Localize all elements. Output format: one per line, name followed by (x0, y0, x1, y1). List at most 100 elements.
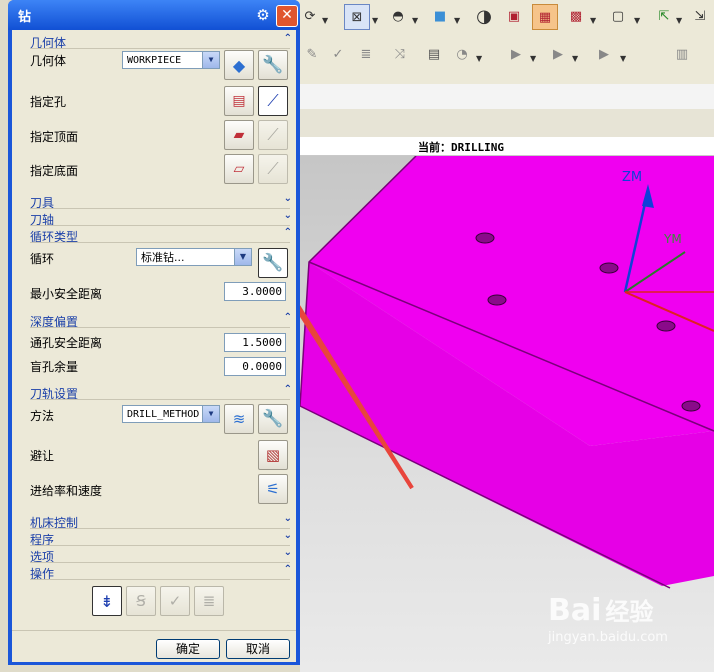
chevron-up-icon[interactable]: ⌃ (284, 312, 292, 323)
iron-shade-icon[interactable]: ◓ (386, 4, 410, 28)
min-clearance-label: 最小安全距离 (30, 287, 103, 301)
new-method-button[interactable]: ≋ (224, 404, 254, 434)
section-program[interactable]: 程序 ⌄ (26, 530, 294, 547)
cube-clip-icon[interactable]: ▩ (564, 4, 588, 28)
chevron-down-icon[interactable]: ▼ (634, 16, 640, 25)
chevron-down-icon[interactable]: ▼ (202, 406, 219, 422)
select-top-button[interactable]: ▰ (224, 120, 254, 150)
chevron-down-icon[interactable]: ▼ (322, 16, 328, 25)
edit-cycle-button[interactable]: 🔧 (258, 248, 288, 278)
list-icon[interactable]: ≣ (354, 42, 378, 66)
chevron-down-icon[interactable]: ▼ (234, 249, 251, 265)
edit-geometry-button[interactable]: 🔧 (258, 50, 288, 80)
resource-bar-strip (290, 84, 714, 109)
tool-path-icon[interactable]: ▶ (592, 42, 616, 66)
chevron-up-icon[interactable]: ⌃ (284, 227, 292, 238)
bottom-edge-strip (0, 665, 300, 672)
chevron-down-icon[interactable]: ▼ (476, 54, 482, 63)
cycle-select[interactable]: 标准钻... ▼ (136, 248, 252, 266)
avoid-button[interactable]: ▧ (258, 440, 288, 470)
chevron-down-icon[interactable]: ▼ (202, 52, 219, 68)
chevron-down-icon[interactable]: ▼ (620, 54, 626, 63)
section-actions[interactable]: 操作 ⌃ (26, 564, 294, 581)
chevron-down-icon[interactable]: ⌄ (284, 530, 292, 541)
display-holes-button[interactable]: ⟋ (258, 86, 288, 116)
generate-button[interactable]: ⇟ (92, 586, 122, 616)
flow-icon[interactable]: ▶ (504, 42, 528, 66)
chevron-down-icon[interactable]: ▼ (412, 16, 418, 25)
generate-icon: ⇟ (100, 591, 114, 611)
section-depth-offset[interactable]: 深度偏置 ⌃ (26, 312, 294, 329)
section-toolpath-settings[interactable]: 刀轨设置 ⌃ (26, 384, 294, 401)
section-options[interactable]: 选项 ⌄ (26, 547, 294, 564)
undo-arrow-icon[interactable]: ⟳ (298, 4, 322, 28)
output-icon[interactable]: ▤ (422, 42, 446, 66)
wrench-icon: 🔧 (262, 409, 284, 429)
chevron-down-icon[interactable]: ⌄ (284, 547, 292, 558)
flashlight-icon: ⟋ (267, 91, 279, 110)
replay-button[interactable]: Ꞩ (126, 586, 156, 616)
section-machine-control[interactable]: 机床控制 ⌄ (26, 513, 294, 530)
gouge-check-icon[interactable]: ▥ (670, 42, 694, 66)
blind-stock-input[interactable]: 0.0000 (224, 357, 286, 376)
chevron-down-icon[interactable]: ▼ (372, 16, 378, 25)
section-cycle-type[interactable]: 循环类型 ⌃ (26, 227, 294, 244)
chevron-down-icon[interactable]: ▼ (572, 54, 578, 63)
cube-shaded-icon[interactable]: ■ (428, 4, 452, 28)
gear-icon[interactable]: ⚙ (254, 6, 272, 24)
edit-method-button[interactable]: 🔧 (258, 404, 288, 434)
verify-icon[interactable]: ✓ (326, 42, 350, 66)
cube-section-icon[interactable]: ▦ (532, 4, 558, 30)
min-clearance-input[interactable]: 3.0000 (224, 282, 286, 301)
feeds-speeds-button[interactable]: ⚟ (258, 474, 288, 504)
axis-label-ym: YM (664, 232, 682, 246)
time-icon[interactable]: ◔ (450, 42, 474, 66)
axis-label-zm: ZM (622, 170, 643, 185)
chevron-down-icon[interactable]: ▼ (590, 16, 596, 25)
method-select[interactable]: DRILL_METHOD ▼ (122, 405, 220, 423)
ok-button[interactable]: 确定 (156, 639, 220, 659)
list-button[interactable]: ≣ (194, 586, 224, 616)
orient-view-icon[interactable]: ⇱ (652, 4, 676, 28)
method-new-icon: ≋ (232, 410, 246, 428)
edit-object-icon[interactable]: ✎ (300, 42, 324, 66)
section-tool[interactable]: 刀具 ⌄ (26, 193, 294, 210)
chevron-down-icon[interactable]: ⌄ (284, 193, 292, 204)
verify-button[interactable]: ✓ (160, 586, 190, 616)
cube-new-icon: ◆ (232, 55, 246, 75)
new-geometry-button[interactable]: ◆ (224, 50, 254, 80)
viewport-title-bar: 当前：DRILLING (290, 137, 714, 156)
display-top-button[interactable]: ⟋ (258, 120, 288, 150)
cube-red-icon[interactable]: ▣ (502, 4, 526, 28)
select-bottom-button[interactable]: ▱ (224, 154, 254, 184)
path-icon[interactable]: ▶ (546, 42, 570, 66)
list-icon: ≣ (202, 592, 216, 610)
chevron-down-icon[interactable]: ▼ (530, 54, 536, 63)
dialog-titlebar[interactable]: 钻 ⚙ ✕ (8, 0, 300, 30)
dialog-title: 钻 (18, 10, 32, 25)
display-bottom-button[interactable]: ⟋ (258, 154, 288, 184)
chevron-up-icon[interactable]: ⌃ (284, 33, 292, 44)
geometry-select[interactable]: WORKPIECE ▼ (122, 51, 220, 69)
close-icon[interactable]: ✕ (276, 5, 298, 27)
top-face-icon: ▰ (233, 127, 245, 143)
relocate-icon[interactable]: ⤨ (388, 42, 412, 66)
hole-marker-icon (681, 400, 701, 412)
chevron-up-icon[interactable]: ⌃ (284, 564, 292, 575)
background-color-icon[interactable]: ▢ (606, 4, 630, 28)
watermark-logo: Bai 经验 (548, 593, 654, 628)
fit-view-icon[interactable]: ⊠ (344, 4, 370, 30)
cancel-button[interactable]: 取消 (226, 639, 290, 659)
chevron-down-icon[interactable]: ▼ (676, 16, 682, 25)
flashlight-icon: ⟋ (267, 159, 279, 178)
chevron-up-icon[interactable]: ⌃ (284, 384, 292, 395)
section-geometry[interactable]: 几何体 ⌃ (26, 33, 294, 50)
view-triad-icon[interactable]: ⇲ (688, 4, 712, 28)
chevron-down-icon[interactable]: ⌄ (284, 210, 292, 221)
contrast-circle-icon[interactable]: ◑ (472, 4, 496, 28)
through-clearance-input[interactable]: 1.5000 (224, 333, 286, 352)
chevron-down-icon[interactable]: ⌄ (284, 513, 292, 524)
select-holes-button[interactable]: ▤ (224, 86, 254, 116)
section-tool-axis[interactable]: 刀轴 ⌄ (26, 210, 294, 227)
chevron-down-icon[interactable]: ▼ (454, 16, 460, 25)
